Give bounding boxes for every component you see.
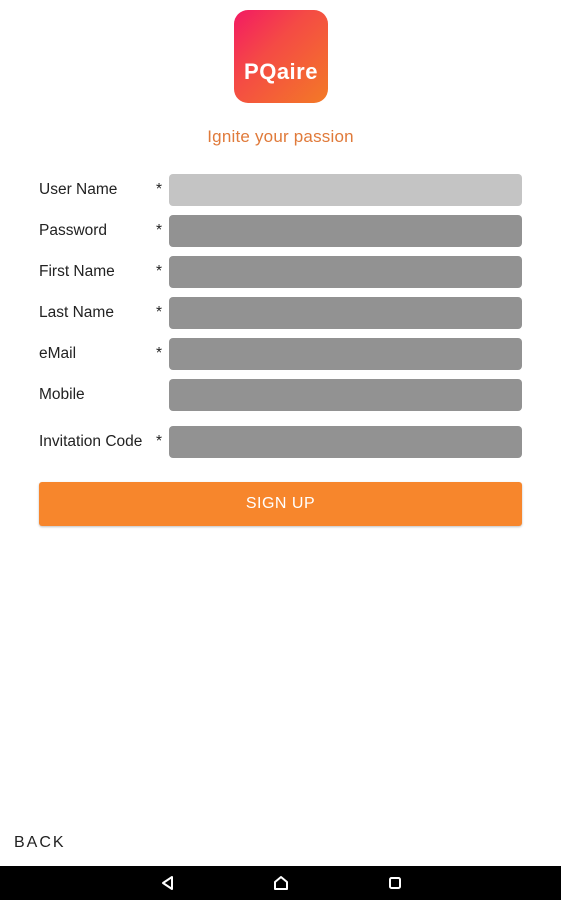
first-name-row: First Name * <box>0 256 561 288</box>
email-label: eMail <box>39 345 77 362</box>
password-label: Password <box>39 222 108 239</box>
required-mark: * <box>156 304 163 321</box>
nav-back-button[interactable] <box>148 866 188 900</box>
invitation-code-row: Invitation Code * <box>0 426 561 458</box>
mobile-row: Mobile <box>0 379 561 411</box>
last-name-label: Last Name <box>39 304 114 321</box>
back-button[interactable]: BACK <box>14 834 66 852</box>
recents-square-icon <box>389 877 401 889</box>
username-label: User Name <box>39 181 118 198</box>
sign-up-button[interactable]: SIGN UP <box>39 482 522 526</box>
required-mark: * <box>156 345 163 362</box>
home-circle-icon <box>274 876 288 890</box>
required-mark: * <box>156 181 163 198</box>
last-name-row: Last Name * <box>0 297 561 329</box>
mobile-input[interactable] <box>169 379 522 411</box>
required-mark: * <box>156 263 163 280</box>
email-input[interactable] <box>169 338 522 370</box>
password-row: Password * <box>0 215 561 247</box>
tagline: Ignite your passion <box>207 127 354 146</box>
password-input[interactable] <box>169 215 522 247</box>
required-mark: * <box>156 222 163 239</box>
username-row: User Name * <box>0 174 561 206</box>
logo-text: PQaire <box>244 58 318 84</box>
username-input[interactable] <box>169 174 522 206</box>
required-mark: * <box>156 433 163 450</box>
nav-home-button[interactable] <box>261 866 301 900</box>
first-name-input[interactable] <box>169 256 522 288</box>
invitation-code-input[interactable] <box>169 426 522 458</box>
back-triangle-icon <box>162 876 173 890</box>
first-name-label: First Name <box>39 263 115 280</box>
invitation-code-label: Invitation Code <box>39 433 143 450</box>
mobile-label: Mobile <box>39 386 85 403</box>
nav-recents-button[interactable] <box>375 866 415 900</box>
app-logo: PQaire <box>234 10 328 103</box>
system-navigation-bar <box>0 866 561 900</box>
email-row: eMail * <box>0 338 561 370</box>
last-name-input[interactable] <box>169 297 522 329</box>
